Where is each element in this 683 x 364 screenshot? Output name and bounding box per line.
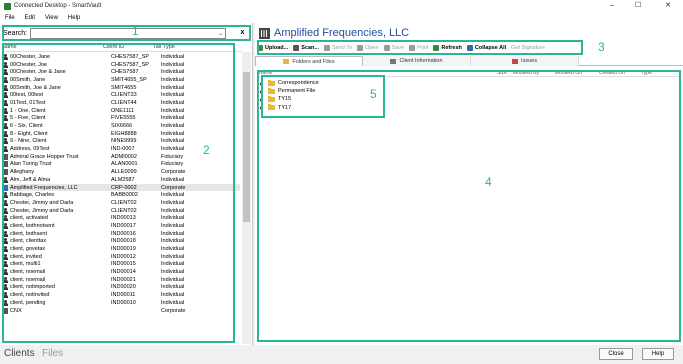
menu-bar: File Edit View Help bbox=[0, 12, 683, 23]
annotation-box-5 bbox=[261, 75, 385, 118]
annotation-number-4: 4 bbox=[485, 175, 492, 189]
client-name: Amplified Frequencies, LLC bbox=[274, 27, 410, 39]
help-button[interactable]: Help bbox=[642, 348, 674, 360]
info-icon bbox=[390, 58, 397, 64]
annotation-box-2 bbox=[2, 43, 235, 343]
scrollbar-thumb[interactable] bbox=[243, 72, 250, 222]
tab-client-information[interactable]: Client Information bbox=[363, 56, 471, 66]
close-window-button[interactable]: ✕ bbox=[655, 0, 681, 12]
tab-label: Issues bbox=[521, 58, 537, 64]
minimize-button[interactable]: – bbox=[599, 0, 625, 12]
annotation-number-5: 5 bbox=[370, 87, 377, 101]
clients-tab[interactable]: Clients bbox=[4, 348, 35, 359]
annotation-box-1 bbox=[2, 25, 251, 41]
issues-icon bbox=[512, 58, 519, 64]
bottom-bar: Clients Files Close Help bbox=[0, 345, 683, 364]
tab-issues[interactable]: Issues bbox=[471, 56, 579, 66]
client-list-scrollbar[interactable] bbox=[242, 52, 251, 344]
files-tab[interactable]: Files bbox=[42, 348, 63, 359]
folder-icon bbox=[283, 59, 290, 64]
menu-file[interactable]: File bbox=[5, 15, 15, 21]
smartvault-app-icon bbox=[4, 2, 11, 10]
annotation-number-2: 2 bbox=[203, 143, 210, 157]
menu-view[interactable]: View bbox=[45, 15, 58, 21]
maximize-button[interactable]: ☐ bbox=[625, 0, 651, 12]
annotation-box-3 bbox=[257, 40, 583, 55]
menu-help[interactable]: Help bbox=[68, 15, 80, 21]
tab-label: Folders and Files bbox=[292, 58, 335, 65]
title-bar: Connected Desktop - SmartVault – ☐ ✕ bbox=[0, 0, 683, 12]
window-title: Connected Desktop - SmartVault bbox=[14, 3, 102, 9]
client-title: Amplified Frequencies, LLC bbox=[259, 27, 409, 39]
tab-folders-and-files[interactable]: Folders and Files bbox=[255, 56, 363, 66]
menu-edit[interactable]: Edit bbox=[25, 15, 35, 21]
annotation-number-1: 1 bbox=[132, 24, 139, 38]
tab-label: Client Information bbox=[399, 58, 443, 64]
annotation-number-3: 3 bbox=[598, 40, 605, 54]
detail-tabs: Folders and Files Client Information Issue… bbox=[255, 56, 683, 66]
building-icon bbox=[259, 27, 270, 39]
close-button[interactable]: Close bbox=[599, 348, 633, 360]
